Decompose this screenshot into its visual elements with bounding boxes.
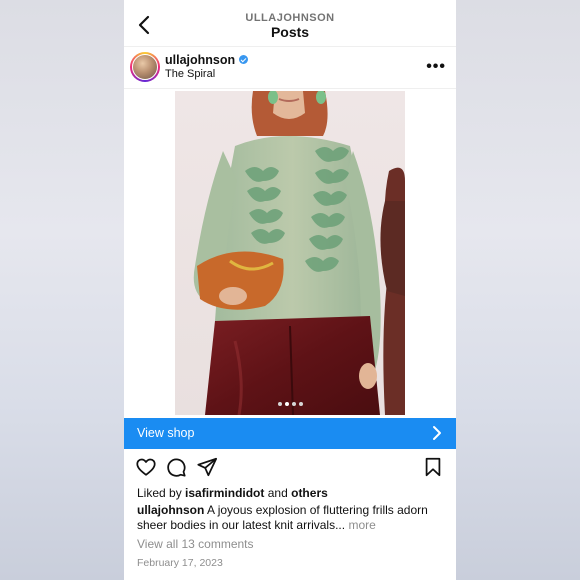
- post-location[interactable]: The Spiral: [165, 68, 215, 80]
- carousel-indicator: [124, 393, 456, 411]
- likes-connector: and: [267, 486, 288, 500]
- carousel-dot: [291, 402, 296, 406]
- page-title: Posts: [270, 24, 310, 40]
- carousel-dot: [277, 402, 282, 406]
- ellipsis-icon[interactable]: •••: [426, 58, 446, 76]
- view-shop-button[interactable]: View shop: [124, 418, 456, 449]
- post-date: February 17, 2023: [137, 557, 223, 569]
- comment-icon[interactable]: [165, 456, 187, 478]
- likes-others[interactable]: others: [291, 486, 328, 500]
- profile-name-header: ULLAJOHNSON: [245, 12, 335, 24]
- chevron-right-icon: [433, 426, 441, 440]
- post-caption: ullajohnson A joyous explosion of flutte…: [137, 503, 447, 533]
- heart-icon[interactable]: [135, 456, 157, 478]
- verified-badge-icon: [239, 55, 249, 64]
- carousel-dot: [298, 402, 303, 406]
- caption-username[interactable]: ullajohnson: [137, 503, 204, 517]
- likes-prefix: Liked by: [137, 486, 182, 500]
- post-actions: [124, 456, 456, 480]
- post-media[interactable]: [124, 89, 456, 419]
- likes-user[interactable]: isafirmindidot: [185, 486, 264, 500]
- post-author-username[interactable]: ullajohnson: [165, 53, 235, 67]
- likes-summary[interactable]: Liked by isafirmindidot and others: [137, 486, 328, 500]
- post-header: ullajohnson The Spiral •••: [124, 46, 456, 88]
- avatar-story-ring[interactable]: [130, 52, 160, 82]
- view-comments-link[interactable]: View all 13 comments: [137, 537, 254, 551]
- carousel-dot-active: [284, 402, 289, 406]
- view-shop-label: View shop: [137, 426, 195, 440]
- model-photo-illustration: [175, 91, 405, 415]
- post-screen: ULLAJOHNSON Posts ullajohnson The Spiral…: [124, 0, 456, 580]
- top-bar: ULLAJOHNSON Posts: [124, 0, 456, 46]
- send-icon[interactable]: [196, 456, 218, 478]
- post-photo[interactable]: [175, 91, 405, 415]
- bookmark-icon[interactable]: [422, 456, 444, 478]
- post-author[interactable]: ullajohnson: [165, 53, 249, 67]
- avatar[interactable]: [132, 54, 158, 80]
- caption-more-link[interactable]: more: [348, 518, 375, 532]
